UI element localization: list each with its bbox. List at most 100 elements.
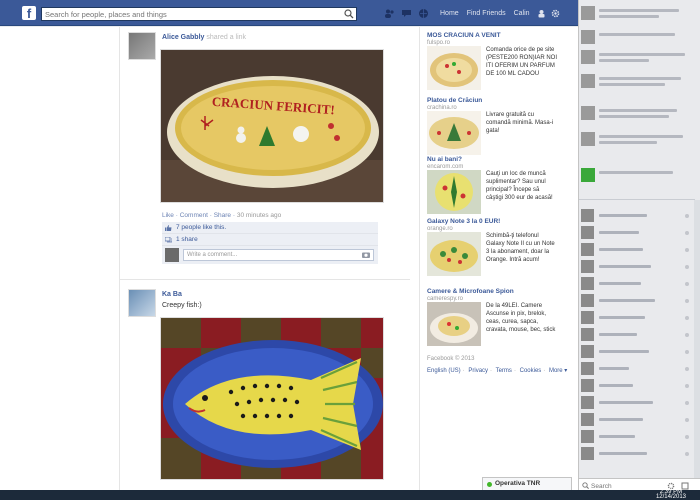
chat-contact[interactable] [581, 310, 693, 326]
camera-icon[interactable] [362, 251, 370, 258]
ticker-item[interactable] [581, 28, 693, 50]
system-clock[interactable]: 2:39 PM 12/14/2013 [656, 489, 686, 500]
avatar [581, 226, 594, 239]
ad-image[interactable] [427, 46, 481, 90]
likes-row[interactable]: 7 people like this. [162, 222, 378, 234]
footer-link-privacy[interactable]: Privacy [468, 368, 488, 374]
chat-tab[interactable]: Operativa TNR [482, 477, 572, 490]
ad-image[interactable] [427, 170, 481, 214]
ads-column: MOS CRACIUN A VENIT fulspo.ro Comanda or… [419, 27, 567, 490]
footer-link-terms[interactable]: Terms [496, 368, 512, 374]
ad-title[interactable]: MOS CRACIUN A VENIT [427, 32, 557, 39]
footer-link-cookies[interactable]: Cookies [520, 368, 542, 374]
notification-icons [384, 8, 429, 19]
shares-row[interactable]: 1 share [162, 234, 378, 246]
shares-count[interactable]: 1 share [176, 236, 198, 243]
sponsored-ad[interactable]: Camere & Microfoane Spion camerespy.ro D… [427, 288, 557, 350]
news-feed-post: Alice Gabbly shared a link CRACIUN FERIC… [128, 32, 388, 268]
avatar [581, 379, 594, 392]
status-icon [685, 367, 689, 371]
ticker-item[interactable] [581, 130, 693, 152]
privacy-shortcuts-icon[interactable] [537, 9, 546, 18]
chat-contact[interactable] [581, 361, 693, 377]
chat-contact[interactable] [581, 378, 693, 394]
post-author[interactable]: Alice Gabbly shared a link [162, 34, 246, 41]
notifications-icon[interactable] [418, 8, 429, 19]
avatar[interactable] [128, 32, 156, 60]
nav-profile[interactable]: Calin [514, 10, 530, 17]
author-name[interactable]: Ka Ba [162, 291, 182, 298]
sponsored-ad[interactable]: MOS CRACIUN A VENIT fulspo.ro Comanda or… [427, 32, 557, 94]
search-icon[interactable] [344, 9, 354, 19]
post-text: Creepy fish:) [162, 302, 202, 309]
ad-title[interactable]: Nu ai bani? [427, 156, 557, 163]
chat-contact[interactable] [581, 327, 693, 343]
author-name[interactable]: Alice Gabbly [162, 34, 204, 41]
share-link[interactable]: Share [214, 212, 231, 219]
footer-link-more[interactable]: More ▾ [549, 368, 567, 374]
post-timestamp[interactable]: 30 minutes ago [237, 212, 281, 219]
chat-contact[interactable] [581, 395, 693, 411]
ad-text: Livrare gratuită cu comandă minimă. Masa… [486, 112, 554, 134]
avatar [581, 30, 595, 44]
ticker [579, 0, 695, 200]
chat-contact[interactable] [581, 446, 693, 462]
sponsored-ad[interactable]: Nu ai bani? encarom.com Cauţi un loc de … [427, 156, 557, 218]
post-photo[interactable]: CRACIUN FERICIT! [160, 49, 384, 203]
chat-contact[interactable] [581, 344, 693, 360]
search-input[interactable] [42, 8, 342, 20]
ad-image[interactable] [427, 302, 481, 346]
ticker-item[interactable] [581, 72, 693, 94]
ticker-item[interactable] [581, 4, 693, 26]
nav-home[interactable]: Home [440, 10, 459, 17]
chat-scrollbar[interactable] [694, 200, 700, 490]
messages-icon[interactable] [401, 8, 412, 19]
likes-count[interactable]: 7 people like this. [176, 224, 226, 231]
avatar [581, 345, 594, 358]
ad-title[interactable]: Galaxy Note 3 la 0 EUR! [427, 218, 557, 225]
chat-contact[interactable] [581, 208, 693, 224]
avatar [581, 260, 594, 273]
expand-icon[interactable] [681, 482, 689, 490]
like-link[interactable]: Like [162, 212, 174, 219]
avatar [581, 447, 594, 460]
comment-input[interactable]: Write a comment... [183, 249, 374, 261]
chat-contact[interactable] [581, 242, 693, 258]
ad-image[interactable] [427, 111, 481, 155]
status-icon [685, 350, 689, 354]
search-bar[interactable] [41, 7, 357, 21]
sponsored-ad[interactable]: Platou de Crăciun crachina.ro Livrare gr… [427, 97, 557, 159]
ad-title[interactable]: Camere & Microfoane Spion [427, 288, 557, 295]
post-photo[interactable] [160, 317, 384, 480]
status-icon [685, 282, 689, 286]
top-tools [537, 9, 560, 18]
status-icon [685, 401, 689, 405]
post-divider [120, 279, 410, 280]
avatar[interactable] [128, 289, 156, 317]
ad-image[interactable] [427, 232, 481, 276]
ad-title[interactable]: Platou de Crăciun [427, 97, 557, 104]
comment-link[interactable]: Comment [180, 212, 208, 219]
news-feed-post: Ka Ba Creepy fish:) [128, 289, 388, 489]
ticker-item[interactable] [581, 104, 693, 126]
status-icon [685, 316, 689, 320]
chat-contact[interactable] [581, 412, 693, 428]
chat-contact[interactable] [581, 259, 693, 275]
chat-contact[interactable] [581, 276, 693, 292]
footer-link-language[interactable]: English (US) [427, 368, 461, 374]
status-icon [685, 435, 689, 439]
nav-find-friends[interactable]: Find Friends [467, 10, 506, 17]
sponsored-ad[interactable]: Galaxy Note 3 la 0 EUR! orange.ro Schimb… [427, 218, 557, 280]
ticker-item[interactable] [581, 166, 693, 188]
ticker-item[interactable] [581, 48, 693, 70]
chat-contact[interactable] [581, 225, 693, 241]
chat-contact[interactable] [581, 429, 693, 445]
facebook-logo[interactable]: f [22, 6, 36, 21]
post-author[interactable]: Ka Ba [162, 291, 182, 298]
avatar [581, 6, 595, 20]
gear-icon[interactable] [551, 9, 560, 18]
chat-contact[interactable] [581, 293, 693, 309]
ad-text: Cauţi un loc de muncă suplimentar? Sau u… [486, 171, 553, 201]
christmas-cake-photo: CRACIUN FERICIT! [161, 50, 383, 202]
friend-requests-icon[interactable] [384, 8, 395, 19]
